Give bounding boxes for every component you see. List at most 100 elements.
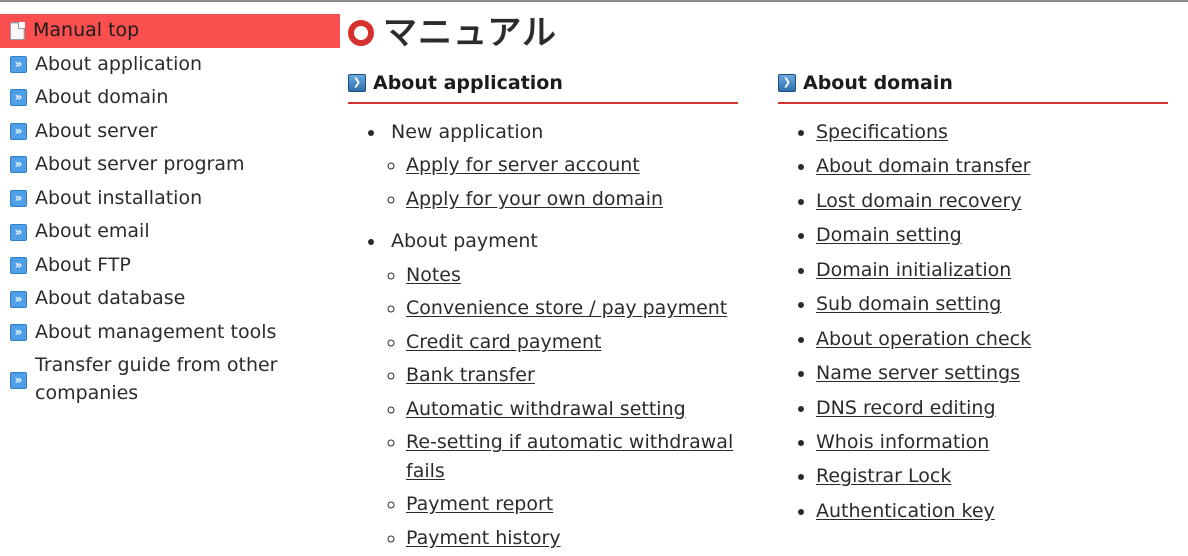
link-about-domain-transfer[interactable]: About domain transfer: [816, 155, 1030, 177]
document-icon: [10, 21, 25, 40]
list-item: Notes: [406, 261, 738, 290]
sidebar-item-label: About domain: [35, 86, 169, 109]
section-heading-about-domain: About domain: [778, 72, 1168, 104]
new-application-links: Apply for server account Apply for your …: [386, 151, 738, 213]
link-payment-report[interactable]: Payment report: [406, 493, 553, 515]
sidebar-item-label: About installation: [35, 186, 203, 209]
sidebar-item-label: About FTP: [35, 253, 131, 276]
sidebar-nav-list: Manual top » About application » About d…: [0, 14, 340, 411]
sidebar-item-label: About application: [35, 52, 203, 75]
link-whois-information[interactable]: Whois information: [816, 431, 989, 453]
list-item: Name server settings: [816, 359, 1168, 388]
list-item: Sub domain setting: [816, 290, 1168, 319]
list-item: Domain setting: [816, 221, 1168, 250]
link-registrar-lock[interactable]: Registrar Lock: [816, 465, 951, 487]
list-item: Registrar Lock: [816, 462, 1168, 491]
group-label: About payment: [391, 230, 538, 253]
sidebar-item-label: About database: [35, 287, 186, 310]
red-ring-logo-icon: [348, 20, 374, 46]
link-name-server-settings[interactable]: Name server settings: [816, 362, 1020, 384]
link-lost-domain-recovery[interactable]: Lost domain recovery: [816, 190, 1022, 212]
link-domain-setting[interactable]: Domain setting: [816, 224, 962, 246]
page-title-text: マニュアル: [383, 13, 557, 53]
sidebar-item-about-server-program[interactable]: » About server program: [0, 148, 340, 182]
list-item: Apply for server account: [406, 151, 738, 180]
list-item: Convenience store / pay payment: [406, 294, 738, 323]
blue-arrow-square-icon: [778, 74, 796, 92]
link-dns-record-editing[interactable]: DNS record editing: [816, 397, 996, 419]
sidebar-item-label: About server program: [35, 153, 245, 176]
list-item-group: New application Apply for server account…: [386, 118, 738, 213]
list-item: Payment history: [406, 524, 738, 553]
list-item: Automatic withdrawal setting: [406, 395, 738, 424]
sidebar-item-about-management-tools[interactable]: » About management tools: [0, 316, 340, 350]
list-item: Bank transfer: [406, 361, 738, 390]
sidebar-item-about-domain[interactable]: » About domain: [0, 81, 340, 115]
list-item: Domain initialization: [816, 256, 1168, 285]
link-automatic-withdrawal-setting[interactable]: Automatic withdrawal setting: [406, 398, 686, 420]
main-content: マニュアル About application New application …: [340, 2, 1188, 556]
link-credit-card-payment[interactable]: Credit card payment: [406, 331, 601, 353]
chevron-double-right-icon: »: [10, 324, 27, 342]
link-apply-server-account[interactable]: Apply for server account: [406, 154, 640, 176]
link-bank-transfer[interactable]: Bank transfer: [406, 364, 535, 386]
chevron-double-right-icon: »: [10, 223, 27, 241]
application-group-list: New application Apply for server account…: [348, 118, 738, 552]
list-item-group: About payment Notes Convenience store / …: [386, 227, 738, 552]
sidebar: Manual top » About application » About d…: [0, 2, 340, 411]
link-about-operation-check[interactable]: About operation check: [816, 328, 1031, 350]
page-title: マニュアル: [348, 16, 1168, 50]
list-item: Credit card payment: [406, 328, 738, 357]
chevron-double-right-icon: »: [10, 89, 27, 107]
sidebar-item-about-email[interactable]: » About email: [0, 215, 340, 249]
sidebar-item-label: About management tools: [35, 320, 277, 343]
chevron-double-right-icon: »: [10, 371, 27, 389]
link-convenience-store-payment[interactable]: Convenience store / pay payment: [406, 297, 727, 319]
list-item: Apply for your own domain: [406, 185, 738, 214]
sidebar-item-about-installation[interactable]: » About installation: [0, 182, 340, 216]
group-label: New application: [391, 121, 544, 143]
list-item: Authentication key: [816, 497, 1168, 526]
sidebar-item-transfer-guide[interactable]: » Transfer guide from other companies: [0, 349, 340, 410]
about-payment-links: Notes Convenience store / pay payment Cr…: [386, 261, 738, 553]
link-payment-history[interactable]: Payment history: [406, 527, 561, 549]
link-resetting-automatic-withdrawal-fails[interactable]: Re-setting if automatic withdrawal fails: [406, 431, 733, 482]
content-columns: About application New application Apply …: [348, 72, 1168, 556]
blue-arrow-square-icon: [348, 74, 366, 92]
section-heading-about-application: About application: [348, 72, 738, 104]
sidebar-item-label: Transfer guide from other companies: [35, 354, 278, 405]
list-item: DNS record editing: [816, 394, 1168, 423]
manual-page: Manual top » About application » About d…: [0, 0, 1188, 556]
chevron-double-right-icon: »: [10, 122, 27, 140]
list-item: Re-setting if automatic withdrawal fails: [406, 428, 738, 485]
sidebar-item-label: About server: [35, 119, 158, 142]
chevron-double-right-icon: »: [10, 290, 27, 308]
list-item: Lost domain recovery: [816, 187, 1168, 216]
sidebar-item-about-database[interactable]: » About database: [0, 282, 340, 316]
sidebar-item-about-application[interactable]: » About application: [0, 48, 340, 82]
sidebar-item-about-ftp[interactable]: » About FTP: [0, 249, 340, 283]
section-about-domain: About domain Specifications About domain…: [778, 72, 1168, 531]
link-sub-domain-setting[interactable]: Sub domain setting: [816, 293, 1001, 315]
list-item: About operation check: [816, 325, 1168, 354]
section-heading-label: About domain: [803, 72, 953, 94]
sidebar-item-about-server[interactable]: » About server: [0, 115, 340, 149]
list-item: Payment report: [406, 490, 738, 519]
chevron-double-right-icon: »: [10, 190, 27, 207]
list-item: Whois information: [816, 428, 1168, 457]
link-authentication-key[interactable]: Authentication key: [816, 500, 995, 522]
section-heading-label: About application: [373, 72, 563, 94]
link-domain-initialization[interactable]: Domain initialization: [816, 259, 1011, 281]
sidebar-item-manual-top[interactable]: Manual top: [0, 14, 340, 48]
sidebar-item-label: Manual top: [33, 19, 140, 41]
section-about-application: About application New application Apply …: [348, 72, 738, 556]
chevron-double-right-icon: »: [10, 156, 27, 174]
domain-link-list: Specifications About domain transfer Los…: [778, 118, 1168, 526]
link-notes[interactable]: Notes: [406, 264, 461, 286]
list-item: About domain transfer: [816, 152, 1168, 181]
chevron-double-right-icon: »: [10, 55, 27, 73]
link-apply-own-domain[interactable]: Apply for your own domain: [406, 188, 663, 210]
list-item: Specifications: [816, 118, 1168, 147]
link-specifications[interactable]: Specifications: [816, 121, 948, 143]
sidebar-item-label: About email: [35, 220, 150, 243]
